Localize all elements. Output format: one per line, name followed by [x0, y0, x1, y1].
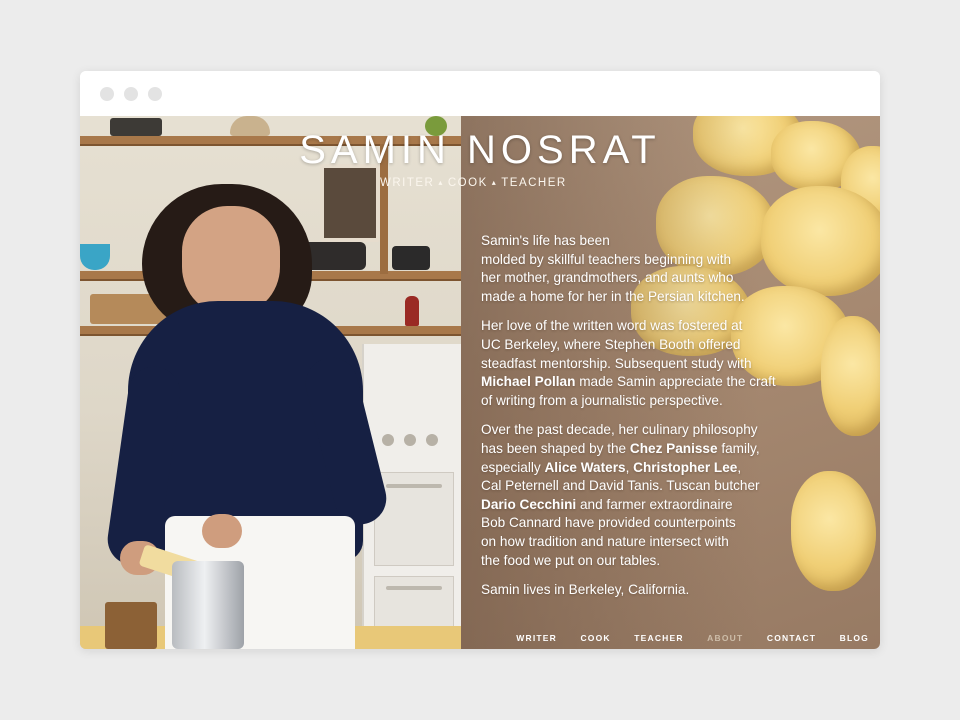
tagline-writer: WRITER [380, 177, 435, 189]
bio-paragraph-1: Samin's life has been molded by skillful… [481, 233, 745, 304]
tagline-separator-icon: ▴ [491, 178, 498, 187]
nav-link-contact[interactable]: CONTACT [767, 633, 816, 643]
bio-paragraph-3: Over the past decade, her culinary philo… [481, 422, 760, 568]
nav-link-writer[interactable]: WRITER [516, 633, 557, 643]
page-viewport: SAMIN NOSRAT WRITER ▴ COOK ▴ TEACHER Samin's… [80, 116, 880, 649]
tagline-separator-icon: ▴ [438, 178, 444, 187]
name-chez-panisse: Chez Panisse [629, 440, 718, 456]
window-maximize-dot[interactable] [148, 87, 162, 101]
bio-text: Samin's life has been molded by skillful… [481, 232, 826, 611]
name-dario-cecchini: Dario Cecchini [481, 496, 577, 512]
nav-link-blog[interactable]: BLOG [840, 633, 869, 643]
site-tagline: WRITER ▴ COOK ▴ TEACHER [380, 177, 585, 189]
nav-link-about[interactable]: ABOUT [707, 633, 743, 643]
name-alice-waters: Alice Waters [544, 459, 626, 475]
bio-paragraph-4: Samin lives in Berkeley, California. [481, 582, 690, 598]
name-christopher-lee: Christopher Lee [633, 459, 738, 475]
bio-paragraph-2: Her love of the written word was fostere… [481, 318, 776, 408]
hero-photo-samin-cooking [80, 116, 461, 649]
tagline-cook: COOK [447, 177, 488, 189]
window-minimize-dot[interactable] [124, 87, 138, 101]
window-close-dot[interactable] [100, 87, 114, 101]
footer-nav: WRITER COOK TEACHER ABOUT CONTACT BLOG [497, 628, 869, 643]
nav-link-teacher[interactable]: TEACHER [634, 633, 684, 643]
site-title[interactable]: SAMIN NOSRAT [240, 128, 720, 173]
nav-link-cook[interactable]: COOK [580, 633, 610, 643]
name-michael-pollan: Michael Pollan [481, 374, 576, 390]
tagline-teacher: TEACHER [501, 177, 567, 189]
browser-titlebar [80, 71, 880, 116]
browser-window: SAMIN NOSRAT WRITER ▴ COOK ▴ TEACHER Samin's… [80, 71, 880, 649]
